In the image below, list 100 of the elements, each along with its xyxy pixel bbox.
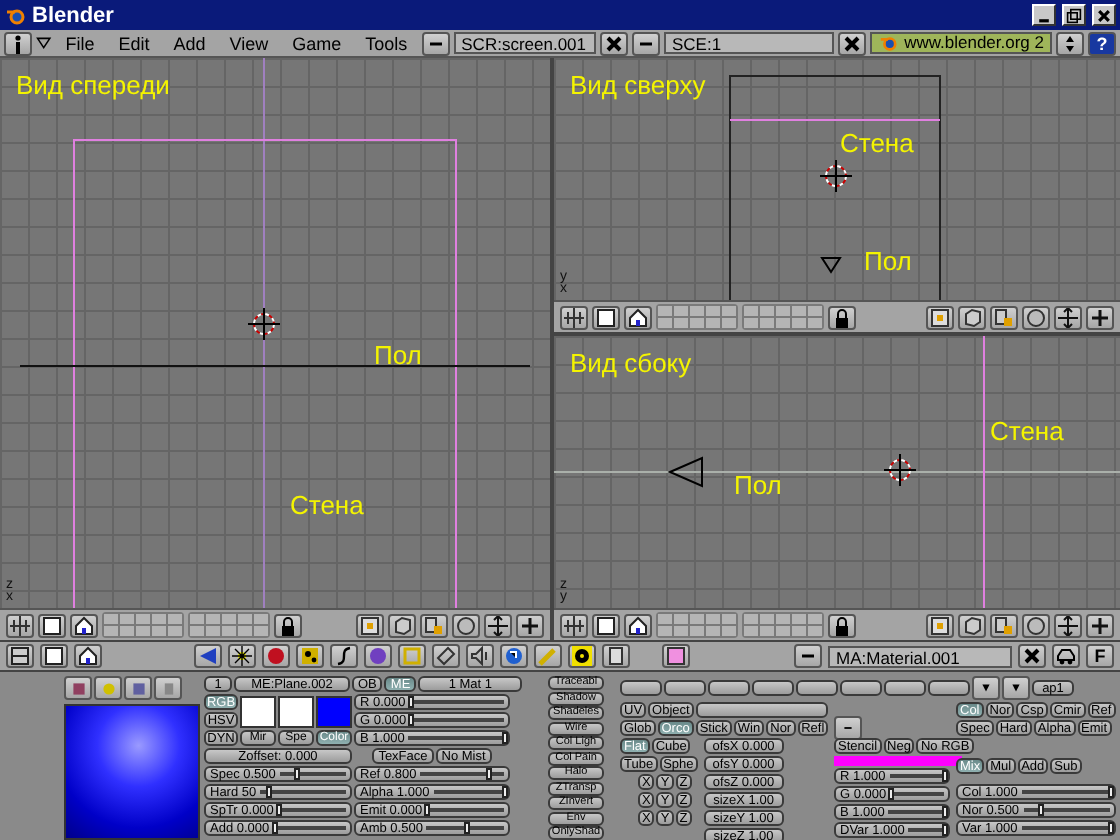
texture-icon[interactable] <box>296 644 324 668</box>
square-icon[interactable] <box>592 305 620 329</box>
car-icon[interactable] <box>1052 644 1080 668</box>
menu-item[interactable]: File <box>55 33 105 53</box>
menu-item[interactable]: Edit <box>108 33 160 53</box>
website-link-field[interactable]: www.blender.org 2 <box>870 32 1052 54</box>
close-icon <box>1096 7 1112 23</box>
close-icon[interactable] <box>600 31 628 55</box>
stack-icon[interactable] <box>420 613 448 637</box>
plus-icon[interactable] <box>516 613 544 637</box>
object-origin-drawing <box>883 453 917 487</box>
scene-field[interactable]: SCE:1 <box>664 32 835 54</box>
slider-handle[interactable] <box>502 786 508 798</box>
close-icon[interactable] <box>1018 644 1046 668</box>
slider-handle[interactable] <box>485 768 492 780</box>
fake-user-button[interactable]: F <box>1086 644 1114 668</box>
slider-handle[interactable] <box>266 786 273 798</box>
close-icon[interactable] <box>838 31 867 55</box>
slider-handle[interactable] <box>942 824 948 836</box>
square-icon[interactable] <box>38 613 66 637</box>
house-icon[interactable] <box>624 305 652 329</box>
world-icon[interactable] <box>364 644 392 668</box>
object-origin-drawing <box>247 307 281 341</box>
padlock-icon[interactable] <box>274 613 302 637</box>
plus-icon[interactable] <box>1086 613 1114 637</box>
ball-icon[interactable] <box>262 644 290 668</box>
slider-handle[interactable] <box>502 732 508 744</box>
color-swatch[interactable] <box>278 695 314 727</box>
move-arrows-icon[interactable] <box>1054 613 1082 637</box>
material-field[interactable]: MA:Material.001 <box>828 645 1012 667</box>
curve-icon[interactable] <box>330 644 358 668</box>
window-title: Blender <box>32 3 114 27</box>
square-icon[interactable] <box>40 644 68 668</box>
plus-icon[interactable] <box>1086 305 1114 329</box>
dot-square-icon[interactable] <box>356 613 384 637</box>
arrowhead-icon[interactable] <box>194 644 222 668</box>
color-swatch[interactable] <box>240 695 276 727</box>
menu-item[interactable]: View <box>219 33 279 53</box>
crosshair-icon[interactable] <box>560 613 588 637</box>
menu-item[interactable]: Game <box>282 33 352 53</box>
slider-handle[interactable] <box>942 770 948 782</box>
light-icon[interactable] <box>94 676 122 700</box>
menu-item[interactable]: Add <box>163 33 216 53</box>
restore-button[interactable] <box>1062 4 1086 26</box>
minus-icon[interactable] <box>421 31 450 55</box>
slider-handle[interactable] <box>275 804 282 816</box>
dashed-square-icon[interactable] <box>398 644 426 668</box>
slider-handle[interactable] <box>424 804 431 816</box>
object-origin-drawing <box>819 159 853 193</box>
pencil-icon[interactable] <box>534 644 562 668</box>
padlock-icon[interactable] <box>828 613 856 637</box>
minimize-button[interactable] <box>1032 4 1056 26</box>
slider-handle[interactable] <box>1108 822 1114 834</box>
padlock-icon[interactable] <box>828 305 856 329</box>
image-icon[interactable] <box>662 644 690 668</box>
slider-handle[interactable] <box>463 822 470 834</box>
square-icon[interactable] <box>592 613 620 637</box>
minus-icon[interactable] <box>632 31 660 55</box>
radiation-icon[interactable] <box>568 644 596 668</box>
crosshair-icon[interactable] <box>560 305 588 329</box>
up-down-arrows-icon[interactable] <box>1056 31 1084 55</box>
move-arrows-icon[interactable] <box>484 613 512 637</box>
crosshair-icon[interactable] <box>6 613 34 637</box>
dot-square-icon[interactable] <box>926 305 954 329</box>
window-split-icon[interactable] <box>6 644 34 668</box>
slider-handle[interactable] <box>294 768 301 780</box>
stack-icon[interactable] <box>990 305 1018 329</box>
slider-handle[interactable] <box>1108 786 1114 798</box>
minus-icon[interactable] <box>794 644 822 668</box>
close-button[interactable] <box>1092 4 1116 26</box>
speaker-icon[interactable] <box>466 644 494 668</box>
cube-icon[interactable] <box>958 305 986 329</box>
house-icon[interactable] <box>70 613 98 637</box>
slider-handle[interactable] <box>408 714 415 726</box>
move-arrows-icon[interactable] <box>1054 305 1082 329</box>
slider-handle[interactable] <box>271 822 278 834</box>
sphere-icon[interactable] <box>452 613 480 637</box>
sphere-icon[interactable] <box>1022 613 1050 637</box>
slider-handle[interactable] <box>1038 804 1045 816</box>
sphere-icon[interactable] <box>1022 305 1050 329</box>
globe-icon[interactable] <box>500 644 528 668</box>
house-icon[interactable] <box>624 613 652 637</box>
stack-icon[interactable] <box>990 613 1018 637</box>
cube-icon[interactable] <box>388 613 416 637</box>
minus-icon[interactable] <box>834 716 862 740</box>
dropdown-triangle-icon[interactable] <box>36 36 52 50</box>
screen-field[interactable]: SCR:screen.001 <box>453 32 596 54</box>
cube-icon[interactable] <box>958 613 986 637</box>
menu-item[interactable]: Tools <box>355 33 418 53</box>
slider-handle[interactable] <box>942 806 948 818</box>
scene-label: Пол <box>374 340 422 370</box>
object-name-field[interactable] <box>695 702 828 718</box>
color-swatch[interactable] <box>316 695 352 727</box>
help-button[interactable]: ? <box>1088 31 1116 55</box>
sun-icon[interactable] <box>228 644 256 668</box>
dot-square-icon[interactable] <box>926 613 954 637</box>
house-icon[interactable] <box>74 644 102 668</box>
slider-handle[interactable] <box>888 788 895 800</box>
info-icon[interactable] <box>4 31 32 55</box>
slider-handle[interactable] <box>407 696 414 708</box>
